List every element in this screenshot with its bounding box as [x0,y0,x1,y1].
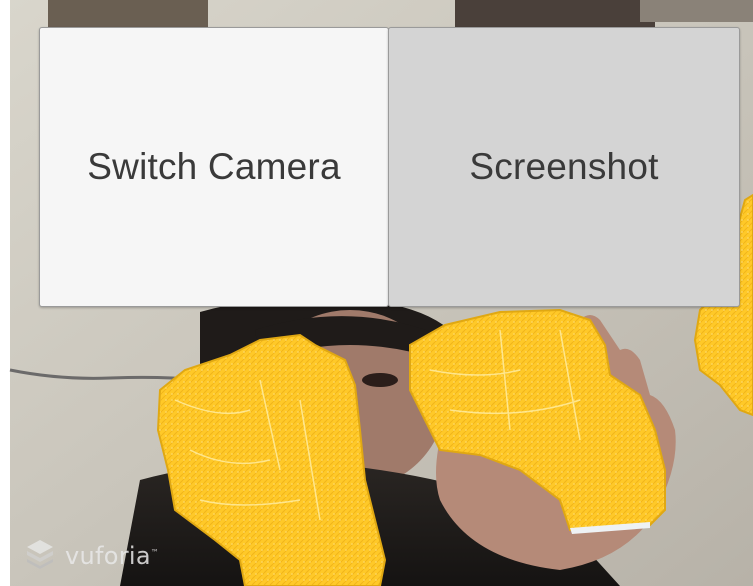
trademark-symbol: ™ [150,547,160,557]
vuforia-logo-icon [27,540,53,569]
vuforia-wordmark: vuforia™ [65,541,160,570]
vuforia-watermark: vuforia™ [23,537,159,571]
ar-camera-view: Switch Camera Screenshot vuforia™ [0,0,753,586]
switch-camera-button[interactable]: Switch Camera [39,27,389,307]
screenshot-button[interactable]: Screenshot [388,27,740,307]
